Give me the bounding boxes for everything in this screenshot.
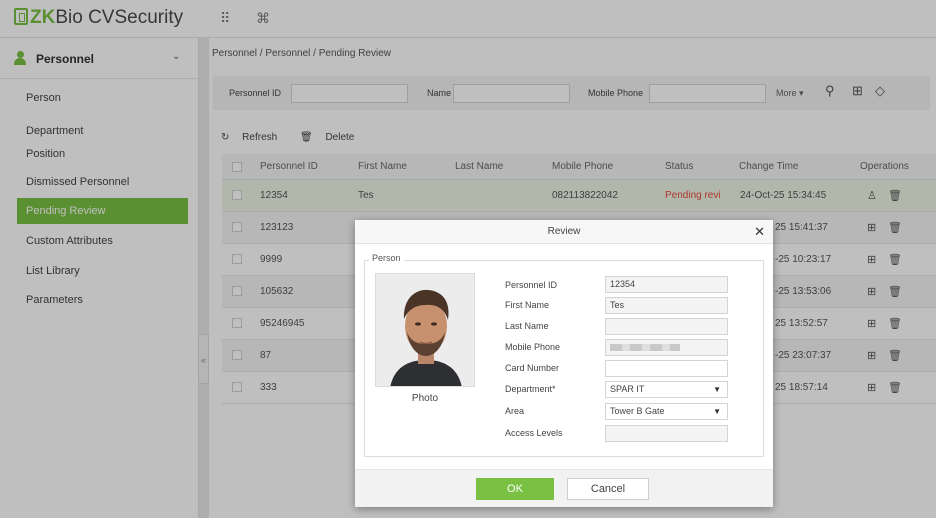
department-select[interactable]: SPAR IT ▼ xyxy=(605,381,728,398)
review-dialog: Review ✕ Person Photo Personnel ID 12354… xyxy=(355,220,773,507)
mobile-phone-field xyxy=(605,339,728,356)
personnel-id-label: Personnel ID xyxy=(505,280,558,290)
dialog-header: Review ✕ xyxy=(355,220,773,244)
ok-button[interactable]: OK xyxy=(476,478,554,500)
first-name-field: Tes xyxy=(605,297,728,314)
dropdown-caret-icon: ▼ xyxy=(713,407,721,416)
card-number-field[interactable] xyxy=(605,360,728,377)
dropdown-caret-icon: ▼ xyxy=(713,385,721,394)
person-fieldset: Person Photo Personnel ID 12354 First Na… xyxy=(364,253,764,457)
close-icon[interactable]: ✕ xyxy=(754,224,765,240)
department-label: Department* xyxy=(505,384,556,394)
mobile-phone-label: Mobile Phone xyxy=(505,342,561,352)
masked-value xyxy=(610,344,680,351)
card-number-label: Card Number xyxy=(505,363,560,373)
area-label: Area xyxy=(505,406,525,416)
access-levels-field[interactable] xyxy=(605,425,728,442)
access-levels-label: Access Levels xyxy=(505,428,563,438)
dialog-title: Review xyxy=(547,226,581,237)
dialog-footer: OK Cancel xyxy=(355,469,773,507)
last-name-label: Last Name xyxy=(505,321,549,331)
cancel-button[interactable]: Cancel xyxy=(567,478,649,500)
area-select[interactable]: Tower B Gate ▼ xyxy=(605,403,728,420)
first-name-label: First Name xyxy=(505,300,550,310)
portrait-image xyxy=(376,274,474,386)
photo-label: Photo xyxy=(411,393,439,404)
last-name-field xyxy=(605,318,728,335)
personnel-id-field: 12354 xyxy=(605,276,728,293)
person-photo xyxy=(375,273,475,387)
person-legend: Person xyxy=(369,253,404,263)
